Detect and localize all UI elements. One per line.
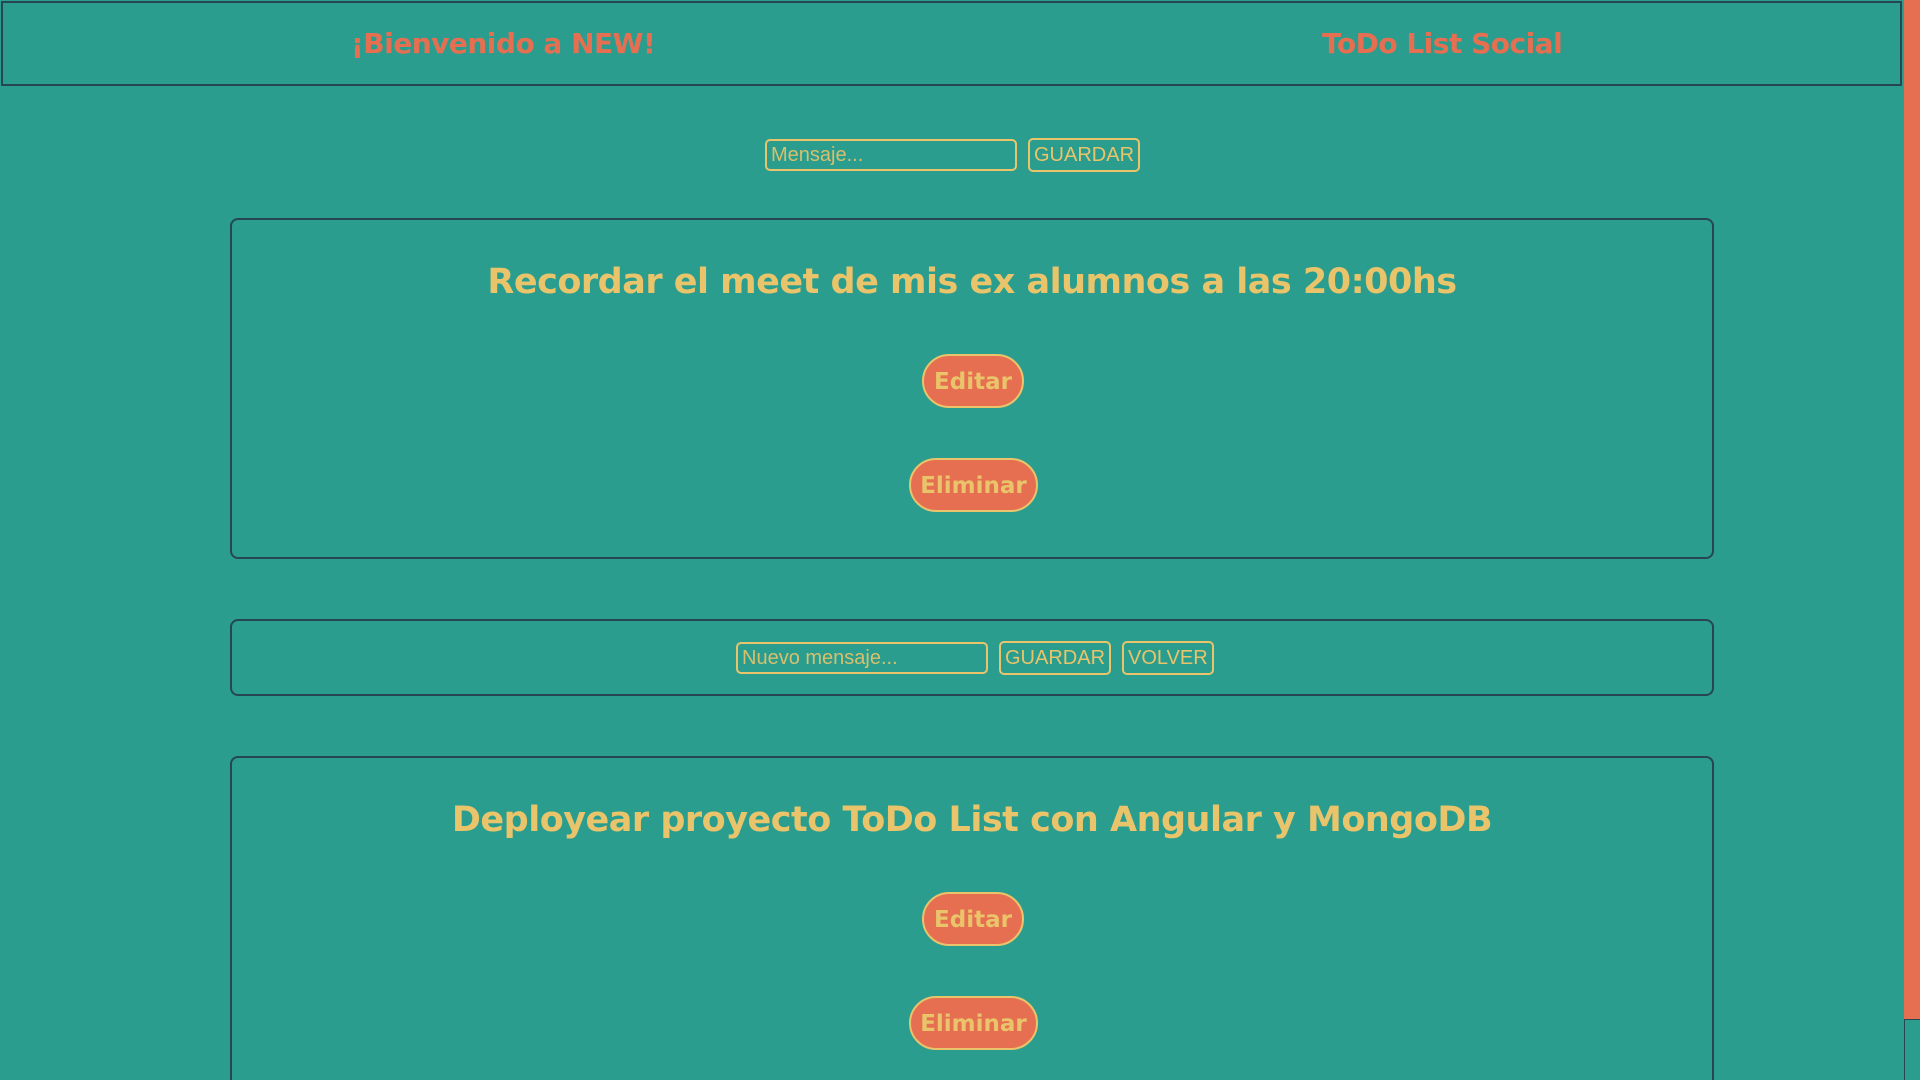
scrollbar-thumb[interactable] — [1904, 1019, 1920, 1080]
save-edit-button[interactable]: GUARDAR — [999, 641, 1112, 675]
welcome-title: ¡Bienvenido a NEW! — [351, 27, 656, 60]
message-input[interactable] — [765, 139, 1017, 171]
edit-todo-button[interactable]: Editar — [922, 354, 1024, 408]
edit-todo-card: GUARDAR VOLVER — [230, 619, 1714, 696]
save-message-button[interactable]: GUARDAR — [1028, 138, 1141, 172]
edit-message-form: GUARDAR VOLVER — [736, 641, 1214, 675]
page: ¡Bienvenido a NEW! ToDo List Social GUAR… — [0, 0, 1920, 1080]
edit-todo-button[interactable]: Editar — [922, 892, 1024, 946]
new-message-form: GUARDAR — [765, 138, 1141, 172]
scrollbar-track[interactable] — [1904, 0, 1920, 1080]
todo-card: Deployear proyecto ToDo List con Angular… — [230, 756, 1714, 1080]
delete-todo-button[interactable]: Eliminar — [909, 458, 1038, 512]
new-message-input[interactable] — [736, 642, 988, 674]
back-button[interactable]: VOLVER — [1122, 641, 1214, 675]
todo-card: Recordar el meet de mis ex alumnos a las… — [230, 218, 1714, 559]
app-title: ToDo List Social — [1322, 27, 1563, 60]
todo-text: Recordar el meet de mis ex alumnos a las… — [487, 262, 1457, 302]
app-header: ¡Bienvenido a NEW! ToDo List Social — [1, 1, 1902, 86]
delete-todo-button[interactable]: Eliminar — [909, 996, 1038, 1050]
todo-text: Deployear proyecto ToDo List con Angular… — [451, 800, 1493, 840]
